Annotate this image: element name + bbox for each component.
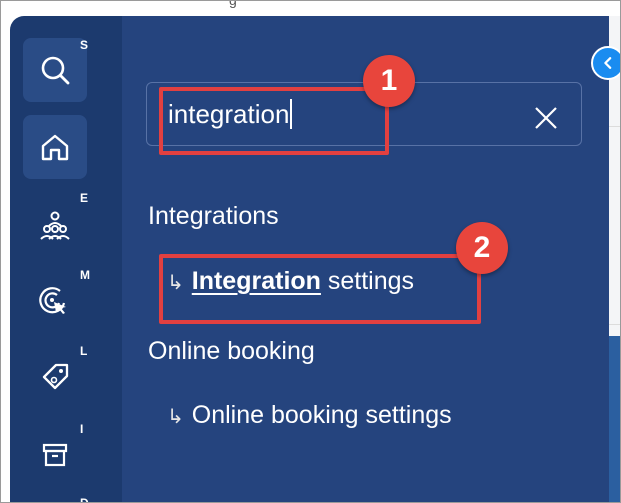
step-badge-1: 1 [363, 55, 415, 107]
shortcut-label: M [80, 268, 90, 282]
home-icon [41, 134, 69, 161]
content-block [609, 336, 620, 502]
main-content-edge [609, 16, 620, 502]
rail-tags-button[interactable] [23, 344, 87, 408]
clear-search-icon[interactable] [532, 104, 560, 132]
top-strip: g [1, 0, 620, 15]
step-badge-2: 2 [456, 222, 508, 274]
highlight-box-result [159, 254, 481, 324]
result-rest-text: Online booking settings [191, 401, 452, 429]
section-heading-integrations: Integrations [148, 202, 279, 230]
shortcut-label: L [80, 344, 88, 358]
shortcut-label: I [80, 422, 84, 436]
highlight-box-search [159, 87, 389, 155]
shortcut-label: E [80, 191, 89, 205]
shortcut-label: S [80, 38, 89, 52]
screenshot-frame: g S E M L I D integration Integrations ↳… [0, 0, 621, 503]
submenu-arrow-icon: ↳ [167, 406, 184, 428]
team-icon [40, 211, 70, 240]
chevron-left-icon [604, 57, 612, 69]
divider [609, 324, 620, 325]
rail-home-button[interactable] [23, 115, 87, 179]
top-cropped-text: g [229, 0, 237, 8]
rail-inventory-button[interactable] [23, 422, 87, 486]
section-heading-online-booking: Online booking [148, 337, 315, 365]
collapse-panel-button[interactable] [591, 46, 620, 80]
result-online-booking-settings[interactable]: ↳ Online booking settings [167, 401, 452, 430]
rail-search-button[interactable] [23, 38, 87, 102]
shortcut-label: D [80, 496, 89, 503]
tag-icon [42, 363, 69, 390]
box-icon [42, 443, 68, 467]
search-icon [41, 56, 70, 85]
rail-team-button[interactable] [23, 193, 87, 257]
divider [609, 126, 620, 127]
target-click-icon [39, 287, 66, 314]
rail-marketing-button[interactable] [23, 268, 87, 332]
